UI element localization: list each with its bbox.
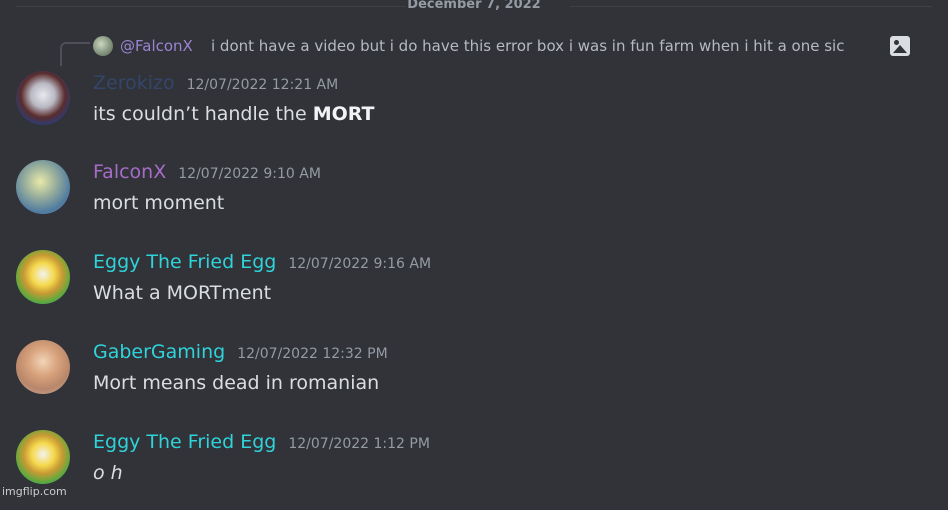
message-3: Eggy The Fried Egg 12/07/2022 9:16 AM Wha…	[0, 250, 948, 330]
message-body: What a MORTment	[93, 282, 272, 304]
author-name[interactable]: Eggy The Fried Egg	[93, 431, 276, 453]
message-5: Eggy The Fried Egg 12/07/2022 1:12 PM o h	[0, 430, 948, 510]
timestamp: 12/07/2022 12:21 AM	[186, 77, 339, 93]
avatar-eggy[interactable]	[16, 430, 70, 484]
avatar-falconx[interactable]	[16, 160, 70, 214]
message-text-bold: MORT	[312, 103, 375, 125]
message-text: its couldn’t handle the	[93, 103, 313, 125]
author-name[interactable]: GaberGaming	[93, 341, 225, 363]
message-2: FalconX 12/07/2022 9:10 AM mort moment	[0, 160, 948, 240]
message-body: its couldn’t handle the MORT	[93, 103, 375, 125]
message-body: o h	[93, 462, 123, 484]
author-name[interactable]: FalconX	[93, 161, 166, 183]
message-header: Eggy The Fried Egg 12/07/2022 1:12 PM	[93, 431, 430, 455]
reply-spine	[60, 42, 90, 66]
message-header: FalconX 12/07/2022 9:10 AM	[93, 161, 321, 185]
message-header: Zerokizo 12/07/2022 12:21 AM	[93, 72, 338, 96]
message-header: Eggy The Fried Egg 12/07/2022 9:16 AM	[93, 251, 431, 275]
timestamp: 12/07/2022 1:12 PM	[288, 436, 430, 452]
author-name[interactable]: Zerokizo	[93, 72, 175, 94]
image-icon	[890, 36, 910, 56]
date-divider: December 7, 2022	[0, 0, 948, 14]
timestamp: 12/07/2022 9:16 AM	[288, 256, 432, 272]
avatar-zerokizo[interactable]	[16, 71, 70, 125]
divider-line-right	[570, 6, 932, 7]
timestamp: 12/07/2022 12:32 PM	[237, 346, 388, 362]
watermark: imgflip.com	[2, 485, 67, 498]
timestamp: 12/07/2022 9:10 AM	[178, 166, 321, 182]
message-4: GaberGaming 12/07/2022 12:32 PM Mort mean…	[0, 340, 948, 420]
reply-avatar[interactable]	[93, 36, 113, 56]
message-body: Mort means dead in romanian	[93, 372, 380, 394]
message-1: Zerokizo 12/07/2022 12:21 AM its couldn’t…	[0, 71, 948, 151]
reply-text[interactable]: i dont have a video but i do have this e…	[211, 37, 881, 55]
author-name[interactable]: Eggy The Fried Egg	[93, 251, 276, 273]
reply-mention[interactable]: @FalconX	[120, 37, 193, 55]
reply-preview[interactable]: @FalconX i dont have a video but i do ha…	[60, 36, 920, 66]
message-body: mort moment	[93, 192, 225, 214]
avatar-eggy[interactable]	[16, 250, 70, 304]
avatar-gabergaming[interactable]	[16, 340, 70, 394]
message-header: GaberGaming 12/07/2022 12:32 PM	[93, 341, 388, 365]
